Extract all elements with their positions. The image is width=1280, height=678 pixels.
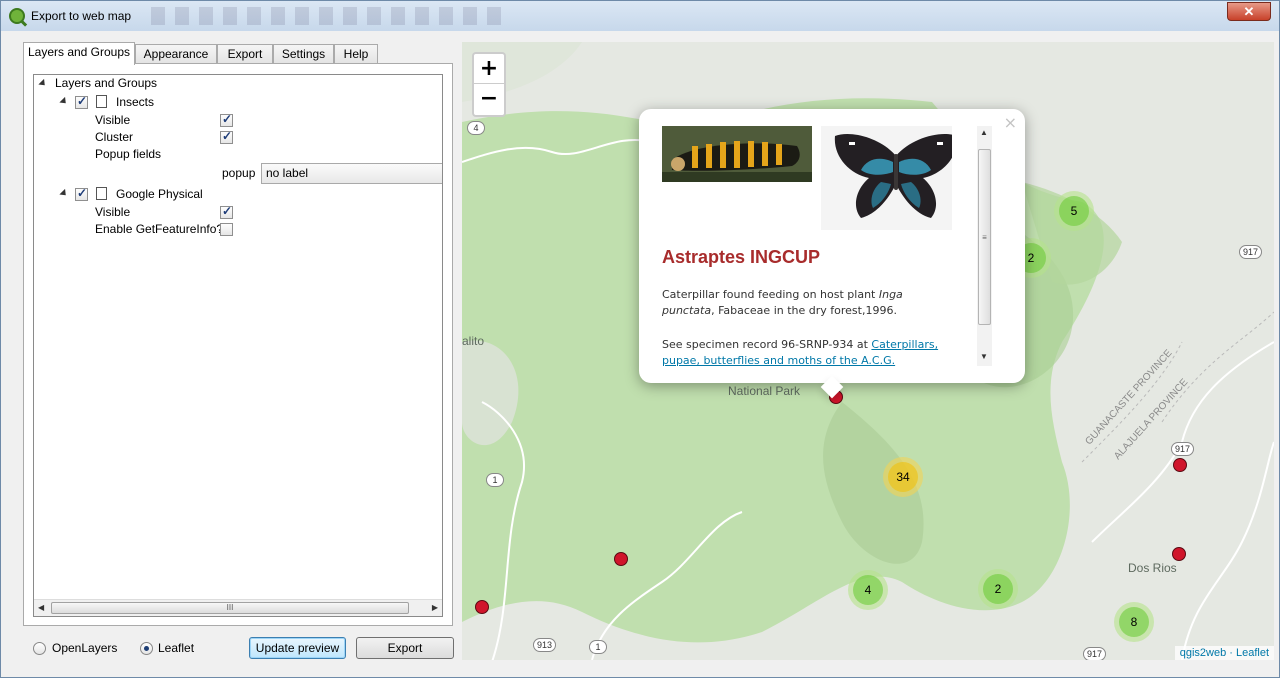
cluster-count: 5 xyxy=(1059,196,1089,226)
layer-insects-label: Insects xyxy=(116,95,155,109)
popup-close-icon[interactable]: × xyxy=(1004,113,1017,132)
scrollbar-thumb[interactable]: III xyxy=(51,602,409,614)
layer-google-physical-label: Google Physical xyxy=(116,187,203,201)
description-text: Caterpillar found feeding on host plant xyxy=(662,288,879,301)
road-shield: 917 xyxy=(1239,245,1263,259)
caterpillar-image xyxy=(662,126,812,182)
update-preview-button[interactable]: Update preview xyxy=(249,637,346,659)
leaflet-radio[interactable] xyxy=(140,642,153,655)
google-visible-label: Visible xyxy=(95,205,131,219)
map-point-marker[interactable] xyxy=(1172,547,1186,561)
popup-scrollbar[interactable]: ▲ ≡ ▼ xyxy=(977,126,992,366)
scroll-up-icon[interactable]: ▲ xyxy=(980,128,988,137)
popup-description: Caterpillar found feeding on host plant … xyxy=(662,287,952,319)
cluster-count: 2 xyxy=(983,574,1013,604)
national-park-label: National Park xyxy=(728,384,801,398)
layers-tree: Layers and Groups Insects Visible Cluste… xyxy=(33,74,443,617)
scroll-down-icon[interactable]: ▼ xyxy=(980,352,988,361)
popup-scroll-thumb[interactable]: ≡ xyxy=(978,149,991,325)
road-shield: 1 xyxy=(589,640,607,654)
window-close-button[interactable]: ✕ xyxy=(1227,2,1271,21)
feature-popup: × Astraptes INGCUP Caterpillar found fee… xyxy=(639,109,1025,399)
insects-cluster-label: Cluster xyxy=(95,130,134,144)
layer-insects-checkbox[interactable] xyxy=(75,94,88,109)
zoom-in-button[interactable]: + xyxy=(474,54,504,84)
getfeatureinfo-label: Enable GetFeatureInfo? xyxy=(95,222,224,236)
expand-arrow-icon[interactable] xyxy=(38,78,48,89)
dos-rios-label: Dos Rios xyxy=(1128,561,1177,575)
place-label: alito xyxy=(462,334,485,348)
insects-cluster-checkbox[interactable] xyxy=(220,129,233,144)
specimen-text: See specimen record 96-SRNP-934 at xyxy=(662,338,872,351)
cluster-count: 34 xyxy=(888,462,918,492)
tab-help[interactable]: Help xyxy=(334,44,378,64)
map-point-marker[interactable] xyxy=(475,600,489,614)
zoom-control: + − xyxy=(472,52,506,117)
cluster-marker[interactable]: 5 xyxy=(1054,191,1094,231)
cluster-count: 8 xyxy=(1119,607,1149,637)
layers-panel: Layers and Groups Insects Visible Cluste… xyxy=(23,63,453,626)
insects-visible-checkbox[interactable] xyxy=(220,112,233,127)
window-title: Export to web map xyxy=(31,9,132,23)
cluster-marker[interactable]: 2 xyxy=(978,569,1018,609)
tree-root-label: Layers and Groups xyxy=(55,76,158,90)
caterpillar-drawing xyxy=(662,126,812,182)
openlayers-label: OpenLayers xyxy=(52,641,118,655)
layer-page-icon xyxy=(96,187,107,200)
zoom-out-button[interactable]: − xyxy=(474,84,504,114)
tab-layers-and-groups[interactable]: Layers and Groups xyxy=(23,42,135,65)
leaflet-label: Leaflet xyxy=(158,641,195,655)
butterfly-image xyxy=(821,126,952,230)
popup-content[interactable]: Astraptes INGCUP Caterpillar found feedi… xyxy=(662,126,952,366)
tab-settings[interactable]: Settings xyxy=(273,44,334,64)
butterfly-drawing xyxy=(821,126,952,230)
getfeatureinfo-checkbox[interactable] xyxy=(220,223,233,236)
background-toolbar xyxy=(151,7,501,25)
map-attribution[interactable]: qgis2web · Leaflet xyxy=(1174,646,1274,660)
tab-export[interactable]: Export xyxy=(217,44,273,64)
road-shield: 917 xyxy=(1171,442,1195,456)
road-shield: 1 xyxy=(486,473,504,487)
horizontal-scrollbar[interactable]: ◀ III ▶ xyxy=(34,599,442,616)
openlayers-radio[interactable] xyxy=(33,642,46,655)
road-shield: 917 xyxy=(1083,647,1107,660)
popup-field-select[interactable]: no label xyxy=(261,163,442,184)
cluster-marker[interactable]: 8 xyxy=(1114,602,1154,642)
export-dialog: Export to web map ✕ Layers and Groups Ap… xyxy=(0,0,1280,678)
popup-fields-label: Popup fields xyxy=(95,147,162,161)
description-text-end: , Fabaceae in the dry forest,1996. xyxy=(711,304,897,317)
qgis-app-icon xyxy=(9,8,25,24)
map-point-marker[interactable] xyxy=(1173,458,1187,472)
popup-field-name: popup xyxy=(222,166,256,180)
map-preview[interactable]: + − 5 2 34 4 2 8 alito National Park Dos… xyxy=(462,42,1274,660)
road-shield: 913 xyxy=(533,638,557,652)
layer-page-icon xyxy=(96,95,107,108)
insects-visible-label: Visible xyxy=(95,113,131,127)
google-visible-checkbox[interactable] xyxy=(220,204,233,219)
scroll-left-icon[interactable]: ◀ xyxy=(38,603,44,612)
expand-arrow-icon[interactable] xyxy=(59,188,69,199)
popup-specimen-record: See specimen record 96-SRNP-934 at Cater… xyxy=(662,337,952,366)
road-shield: 4 xyxy=(467,121,485,135)
layer-google-physical-checkbox[interactable] xyxy=(75,186,88,201)
expand-arrow-icon[interactable] xyxy=(59,96,69,107)
cluster-count: 4 xyxy=(853,575,883,605)
popup-title: Astraptes INGCUP xyxy=(662,247,821,267)
export-button[interactable]: Export xyxy=(356,637,454,659)
cluster-marker[interactable]: 4 xyxy=(848,570,888,610)
title-bar: Export to web map ✕ xyxy=(1,1,1279,31)
map-point-marker[interactable] xyxy=(614,552,628,566)
scroll-right-icon[interactable]: ▶ xyxy=(432,603,438,612)
tab-appearance[interactable]: Appearance xyxy=(135,44,217,64)
cluster-marker[interactable]: 34 xyxy=(883,457,923,497)
